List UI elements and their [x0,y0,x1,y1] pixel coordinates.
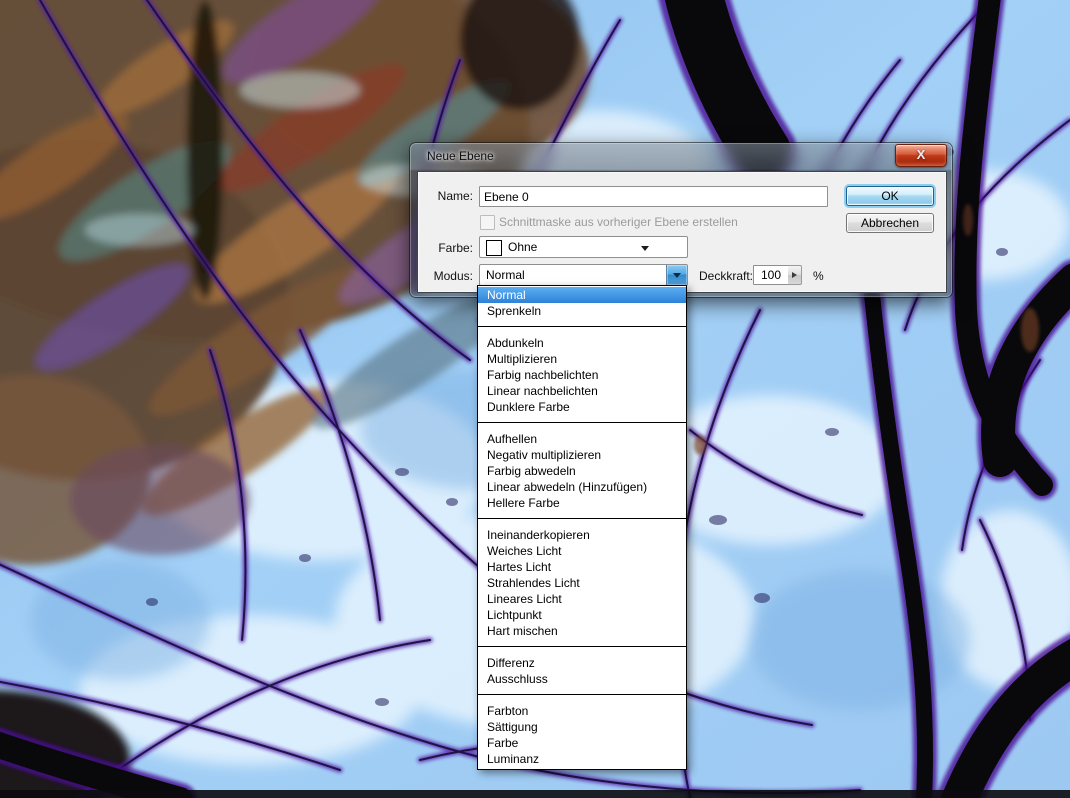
menu-item-ineinanderkopieren[interactable]: Ineinanderkopieren [478,527,686,543]
menu-item-farbig-nachbelichten[interactable]: Farbig nachbelichten [478,367,686,383]
menu-separator [478,646,686,647]
close-icon: X [917,147,926,162]
menu-item-aufhellen[interactable]: Aufhellen [478,431,686,447]
ok-button[interactable]: OK [846,186,934,206]
menu-item-linear-abwedeln-hinzufügen-[interactable]: Linear abwedeln (Hinzufügen) [478,479,686,495]
dialog-body: Name: OK Schnittmaske aus vorheriger Ebe… [417,171,947,293]
menu-item-normal[interactable]: Normal [478,287,686,303]
menu-separator [478,422,686,423]
menu-item-weiches-licht[interactable]: Weiches Licht [478,543,686,559]
chevron-down-icon [641,246,649,251]
mode-menu: NormalSprenkelnAbdunkelnMultiplizierenFa… [477,285,687,770]
menu-item-negativ-multiplizieren[interactable]: Negativ multiplizieren [478,447,686,463]
menu-item-sprenkeln[interactable]: Sprenkeln [478,303,686,319]
color-swatch [486,240,502,256]
menu-item-abdunkeln[interactable]: Abdunkeln [478,335,686,351]
menu-separator [478,518,686,519]
color-select[interactable]: Ohne [479,236,688,258]
chevron-down-icon [673,273,681,278]
mode-dropdown-button[interactable] [666,265,687,285]
menu-item-luminanz[interactable]: Luminanz [478,751,686,767]
menu-item-farbe[interactable]: Farbe [478,735,686,751]
mode-value: Normal [486,268,525,282]
mode-select[interactable]: Normal [479,264,688,286]
menu-item-hart-mischen[interactable]: Hart mischen [478,623,686,639]
color-value: Ohne [508,240,537,254]
name-input[interactable] [479,186,828,207]
dialog-title: Neue Ebene [427,149,494,163]
opacity-input[interactable] [753,265,789,285]
menu-item-lichtpunkt[interactable]: Lichtpunkt [478,607,686,623]
clipping-mask-checkbox[interactable] [480,215,495,230]
opacity-stepper[interactable] [788,265,802,285]
name-label: Name: [418,189,473,203]
menu-item-sättigung[interactable]: Sättigung [478,719,686,735]
clipping-mask-label: Schnittmaske aus vorheriger Ebene erstel… [499,215,738,229]
color-label: Farbe: [418,241,473,255]
menu-item-multiplizieren[interactable]: Multiplizieren [478,351,686,367]
mode-label: Modus: [418,269,473,283]
opacity-unit: % [813,269,824,283]
menu-item-linear-nachbelichten[interactable]: Linear nachbelichten [478,383,686,399]
menu-item-ausschluss[interactable]: Ausschluss [478,671,686,687]
menu-item-lineares-licht[interactable]: Lineares Licht [478,591,686,607]
menu-item-farbton[interactable]: Farbton [478,703,686,719]
menu-item-hartes-licht[interactable]: Hartes Licht [478,559,686,575]
menu-item-strahlendes-licht[interactable]: Strahlendes Licht [478,575,686,591]
cancel-button[interactable]: Abbrechen [846,213,934,233]
dialog-titlebar[interactable]: Neue Ebene X [410,143,952,171]
close-button[interactable]: X [895,144,947,167]
menu-item-differenz[interactable]: Differenz [478,655,686,671]
new-layer-dialog: Neue Ebene X Name: OK Schnittmaske aus v… [410,143,952,297]
menu-item-dunklere-farbe[interactable]: Dunklere Farbe [478,399,686,415]
menu-item-hellere-farbe[interactable]: Hellere Farbe [478,495,686,511]
opacity-label: Deckkraft: [699,269,753,283]
menu-separator [478,694,686,695]
arrow-right-icon [792,272,797,278]
menu-item-farbig-abwedeln[interactable]: Farbig abwedeln [478,463,686,479]
menu-separator [478,326,686,327]
